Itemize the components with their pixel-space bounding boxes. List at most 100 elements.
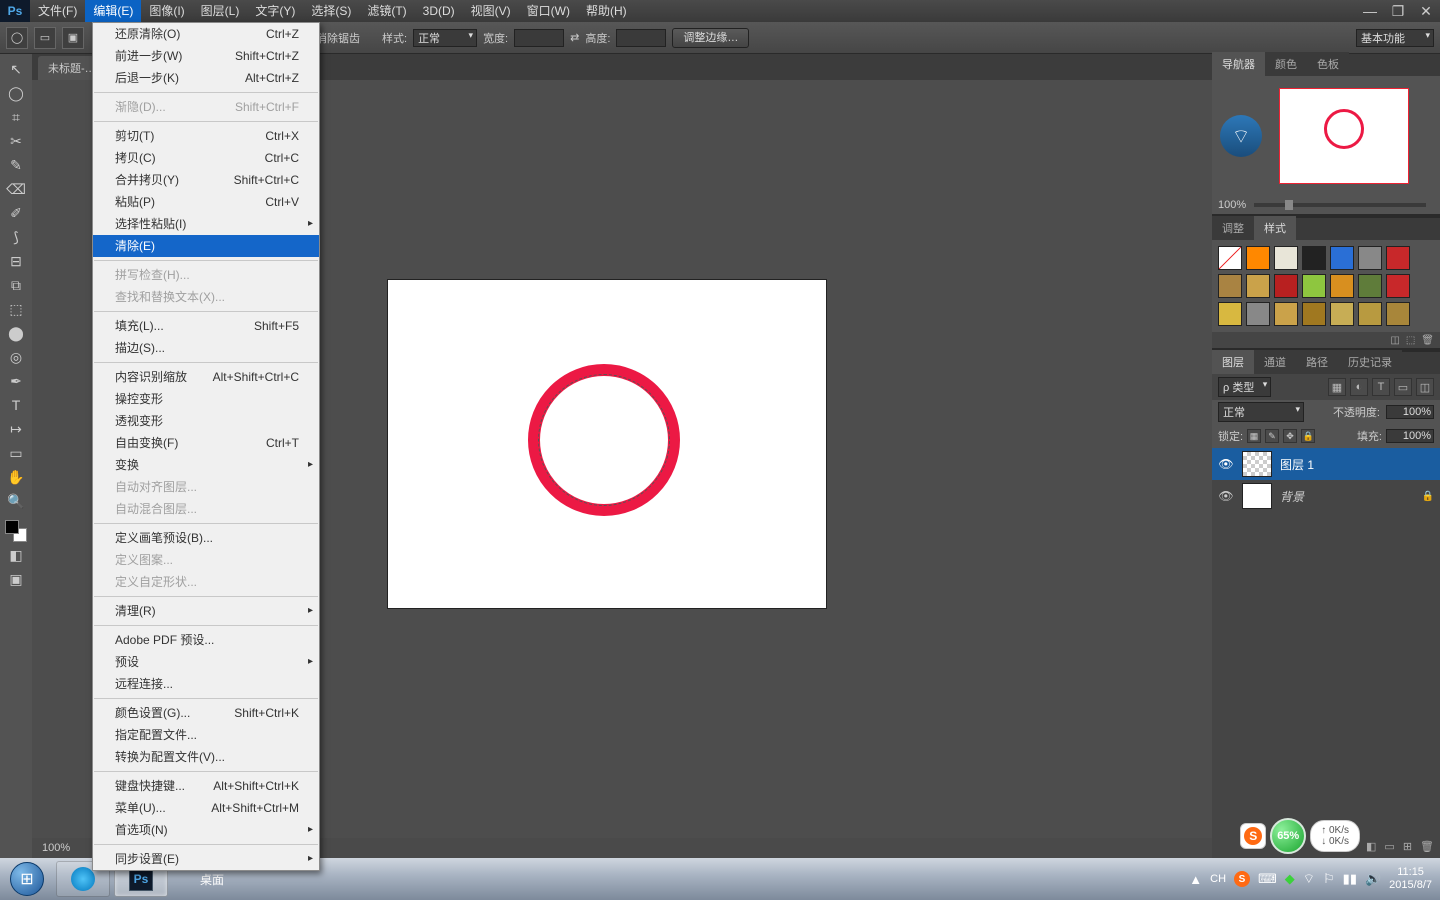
edit-menu-dropdown[interactable]: 还原清除(O)Ctrl+Z前进一步(W)Shift+Ctrl+Z后退一步(K)A… xyxy=(92,22,320,871)
tool-9[interactable]: ⧉ xyxy=(4,274,28,296)
tool-mode-1[interactable]: ▣ xyxy=(4,568,28,590)
style-swatch-3[interactable] xyxy=(1302,246,1326,270)
menuitem-首选项(N)[interactable]: 首选项(N) xyxy=(93,819,319,841)
menuitem-透视变形[interactable]: 透视变形 xyxy=(93,410,319,432)
layer-row-0[interactable]: 👁 图层 1 xyxy=(1212,448,1440,480)
lock-trans-icon[interactable]: ▦ xyxy=(1247,429,1261,443)
navigator-thumbnail[interactable] xyxy=(1279,88,1409,184)
tab-swatches[interactable]: 色板 xyxy=(1307,52,1349,76)
height-field[interactable] xyxy=(616,29,666,47)
zoom-level[interactable]: 100% xyxy=(42,842,70,854)
style-swatch-8[interactable] xyxy=(1246,274,1270,298)
width-field[interactable] xyxy=(514,29,564,47)
tab-color[interactable]: 颜色 xyxy=(1265,52,1307,76)
tab-adjust[interactable]: 调整 xyxy=(1212,216,1254,240)
style-swatch-7[interactable] xyxy=(1218,274,1242,298)
menu-编辑(E)[interactable]: 编辑(E) xyxy=(85,0,141,22)
tab-channels[interactable]: 通道 xyxy=(1254,350,1296,374)
style-swatch-13[interactable] xyxy=(1386,274,1410,298)
close-button[interactable]: ✕ xyxy=(1412,0,1440,22)
menuitem-自由变换(F)[interactable]: 自由变换(F)Ctrl+T xyxy=(93,432,319,454)
menuitem-Adobe PDF 预设...[interactable]: Adobe PDF 预设... xyxy=(93,629,319,651)
tray-shield-icon[interactable]: ◆ xyxy=(1285,871,1295,887)
tray-sogou-icon[interactable]: S xyxy=(1234,871,1250,887)
sogou-ime-icon[interactable]: S xyxy=(1240,823,1266,849)
menuitem-后退一步(K)[interactable]: 后退一步(K)Alt+Ctrl+Z xyxy=(93,67,319,89)
menuitem-远程连接...[interactable]: 远程连接... xyxy=(93,673,319,695)
style-swatch-20[interactable] xyxy=(1386,302,1410,326)
menuitem-剪切(T)[interactable]: 剪切(T)Ctrl+X xyxy=(93,125,319,147)
maximize-button[interactable]: ❐ xyxy=(1384,0,1412,22)
menuitem-键盘快捷键...[interactable]: 键盘快捷键...Alt+Shift+Ctrl+K xyxy=(93,775,319,797)
tool-5[interactable]: ⌫ xyxy=(4,178,28,200)
visibility-icon[interactable]: 👁 xyxy=(1218,457,1234,471)
navigator-zoom[interactable]: 100% xyxy=(1218,199,1246,211)
layer-foot-btn-4[interactable]: ▭ xyxy=(1384,840,1394,853)
tray-volume-icon[interactable]: 🔊 xyxy=(1365,871,1381,887)
minimize-button[interactable]: — xyxy=(1356,0,1384,22)
menu-视图(V)[interactable]: 视图(V) xyxy=(463,0,519,22)
tray-flag-icon[interactable]: ⚐ xyxy=(1323,871,1335,887)
menuitem-指定配置文件...[interactable]: 指定配置文件... xyxy=(93,724,319,746)
opacity-input[interactable]: 100% xyxy=(1386,405,1434,419)
refine-edge-button[interactable]: 调整边缘… xyxy=(672,28,749,48)
workspace-select[interactable]: 基本功能 xyxy=(1356,29,1434,47)
menu-文字(Y)[interactable]: 文字(Y) xyxy=(247,0,303,22)
tool-6[interactable]: ✐ xyxy=(4,202,28,224)
tray-wifi-icon[interactable]: ⌔ xyxy=(1303,871,1315,887)
menuitem-前进一步(W)[interactable]: 前进一步(W)Shift+Ctrl+Z xyxy=(93,45,319,67)
filter-shape-icon[interactable]: ▭ xyxy=(1394,378,1412,396)
tool-8[interactable]: ⊟ xyxy=(4,250,28,272)
lock-pos-icon[interactable]: ✥ xyxy=(1283,429,1297,443)
menuitem-拷贝(C)[interactable]: 拷贝(C)Ctrl+C xyxy=(93,147,319,169)
tool-18[interactable]: 🔍 xyxy=(4,490,28,512)
layer-filter-kind[interactable]: ρ 类型 xyxy=(1218,377,1271,397)
tool-16[interactable]: ▭ xyxy=(4,442,28,464)
style-swatch-5[interactable] xyxy=(1358,246,1382,270)
select-add-icon[interactable]: ▣ xyxy=(62,27,84,49)
foreground-background-colors[interactable] xyxy=(5,520,27,542)
select-new-icon[interactable]: ▭ xyxy=(34,27,56,49)
menu-图像(I)[interactable]: 图像(I) xyxy=(141,0,192,22)
swap-wh-icon[interactable]: ⇄ xyxy=(570,31,579,44)
tray-keyboard-icon[interactable]: ⌨ xyxy=(1258,871,1277,887)
menuitem-变换[interactable]: 变换 xyxy=(93,454,319,476)
layer-name[interactable]: 图层 1 xyxy=(1280,456,1314,473)
document-canvas[interactable] xyxy=(388,280,826,608)
tool-2[interactable]: ⌗ xyxy=(4,106,28,128)
tool-7[interactable]: ⟆ xyxy=(4,226,28,248)
tool-4[interactable]: ✎ xyxy=(4,154,28,176)
show-desktop-label[interactable]: 桌面 xyxy=(170,871,254,888)
tool-15[interactable]: ↦ xyxy=(4,418,28,440)
navigator-zoom-slider[interactable] xyxy=(1254,203,1426,207)
layer-name[interactable]: 背景 xyxy=(1280,488,1304,505)
style-swatch-12[interactable] xyxy=(1358,274,1382,298)
menuitem-选择性粘贴(I)[interactable]: 选择性粘贴(I) xyxy=(93,213,319,235)
blend-mode-select[interactable]: 正常 xyxy=(1218,402,1304,422)
style-swatch-10[interactable] xyxy=(1302,274,1326,298)
tray-clock[interactable]: 11:15 2015/8/7 xyxy=(1389,866,1432,892)
tab-layers[interactable]: 图层 xyxy=(1212,350,1254,374)
menuitem-内容识别缩放[interactable]: 内容识别缩放Alt+Shift+Ctrl+C xyxy=(93,366,319,388)
visibility-icon[interactable]: 👁 xyxy=(1218,489,1234,503)
style-swatch-11[interactable] xyxy=(1330,274,1354,298)
tab-styles[interactable]: 样式 xyxy=(1254,216,1296,240)
menuitem-菜单(U)...[interactable]: 菜单(U)...Alt+Shift+Ctrl+M xyxy=(93,797,319,819)
menu-窗口(W)[interactable]: 窗口(W) xyxy=(519,0,578,22)
tray-ime[interactable]: CH xyxy=(1210,873,1226,885)
menu-3D(D)[interactable]: 3D(D) xyxy=(415,0,463,22)
tool-3[interactable]: ✂ xyxy=(4,130,28,152)
menuitem-还原清除(O)[interactable]: 还原清除(O)Ctrl+Z xyxy=(93,23,319,45)
style-swatch-2[interactable] xyxy=(1274,246,1298,270)
menuitem-操控变形[interactable]: 操控变形 xyxy=(93,388,319,410)
style-swatch-14[interactable] xyxy=(1218,302,1242,326)
menu-文件(F)[interactable]: 文件(F) xyxy=(30,0,85,22)
lock-image-icon[interactable]: ✎ xyxy=(1265,429,1279,443)
layer-foot-btn-5[interactable]: ⊞ xyxy=(1403,840,1412,853)
menuitem-预设[interactable]: 预设 xyxy=(93,651,319,673)
menuitem-粘贴(P)[interactable]: 粘贴(P)Ctrl+V xyxy=(93,191,319,213)
style-swatch-6[interactable] xyxy=(1386,246,1410,270)
tray-network-icon[interactable]: ▮▮ xyxy=(1343,871,1357,887)
menuitem-同步设置(E)[interactable]: 同步设置(E) xyxy=(93,848,319,870)
fill-input[interactable]: 100% xyxy=(1386,429,1434,443)
